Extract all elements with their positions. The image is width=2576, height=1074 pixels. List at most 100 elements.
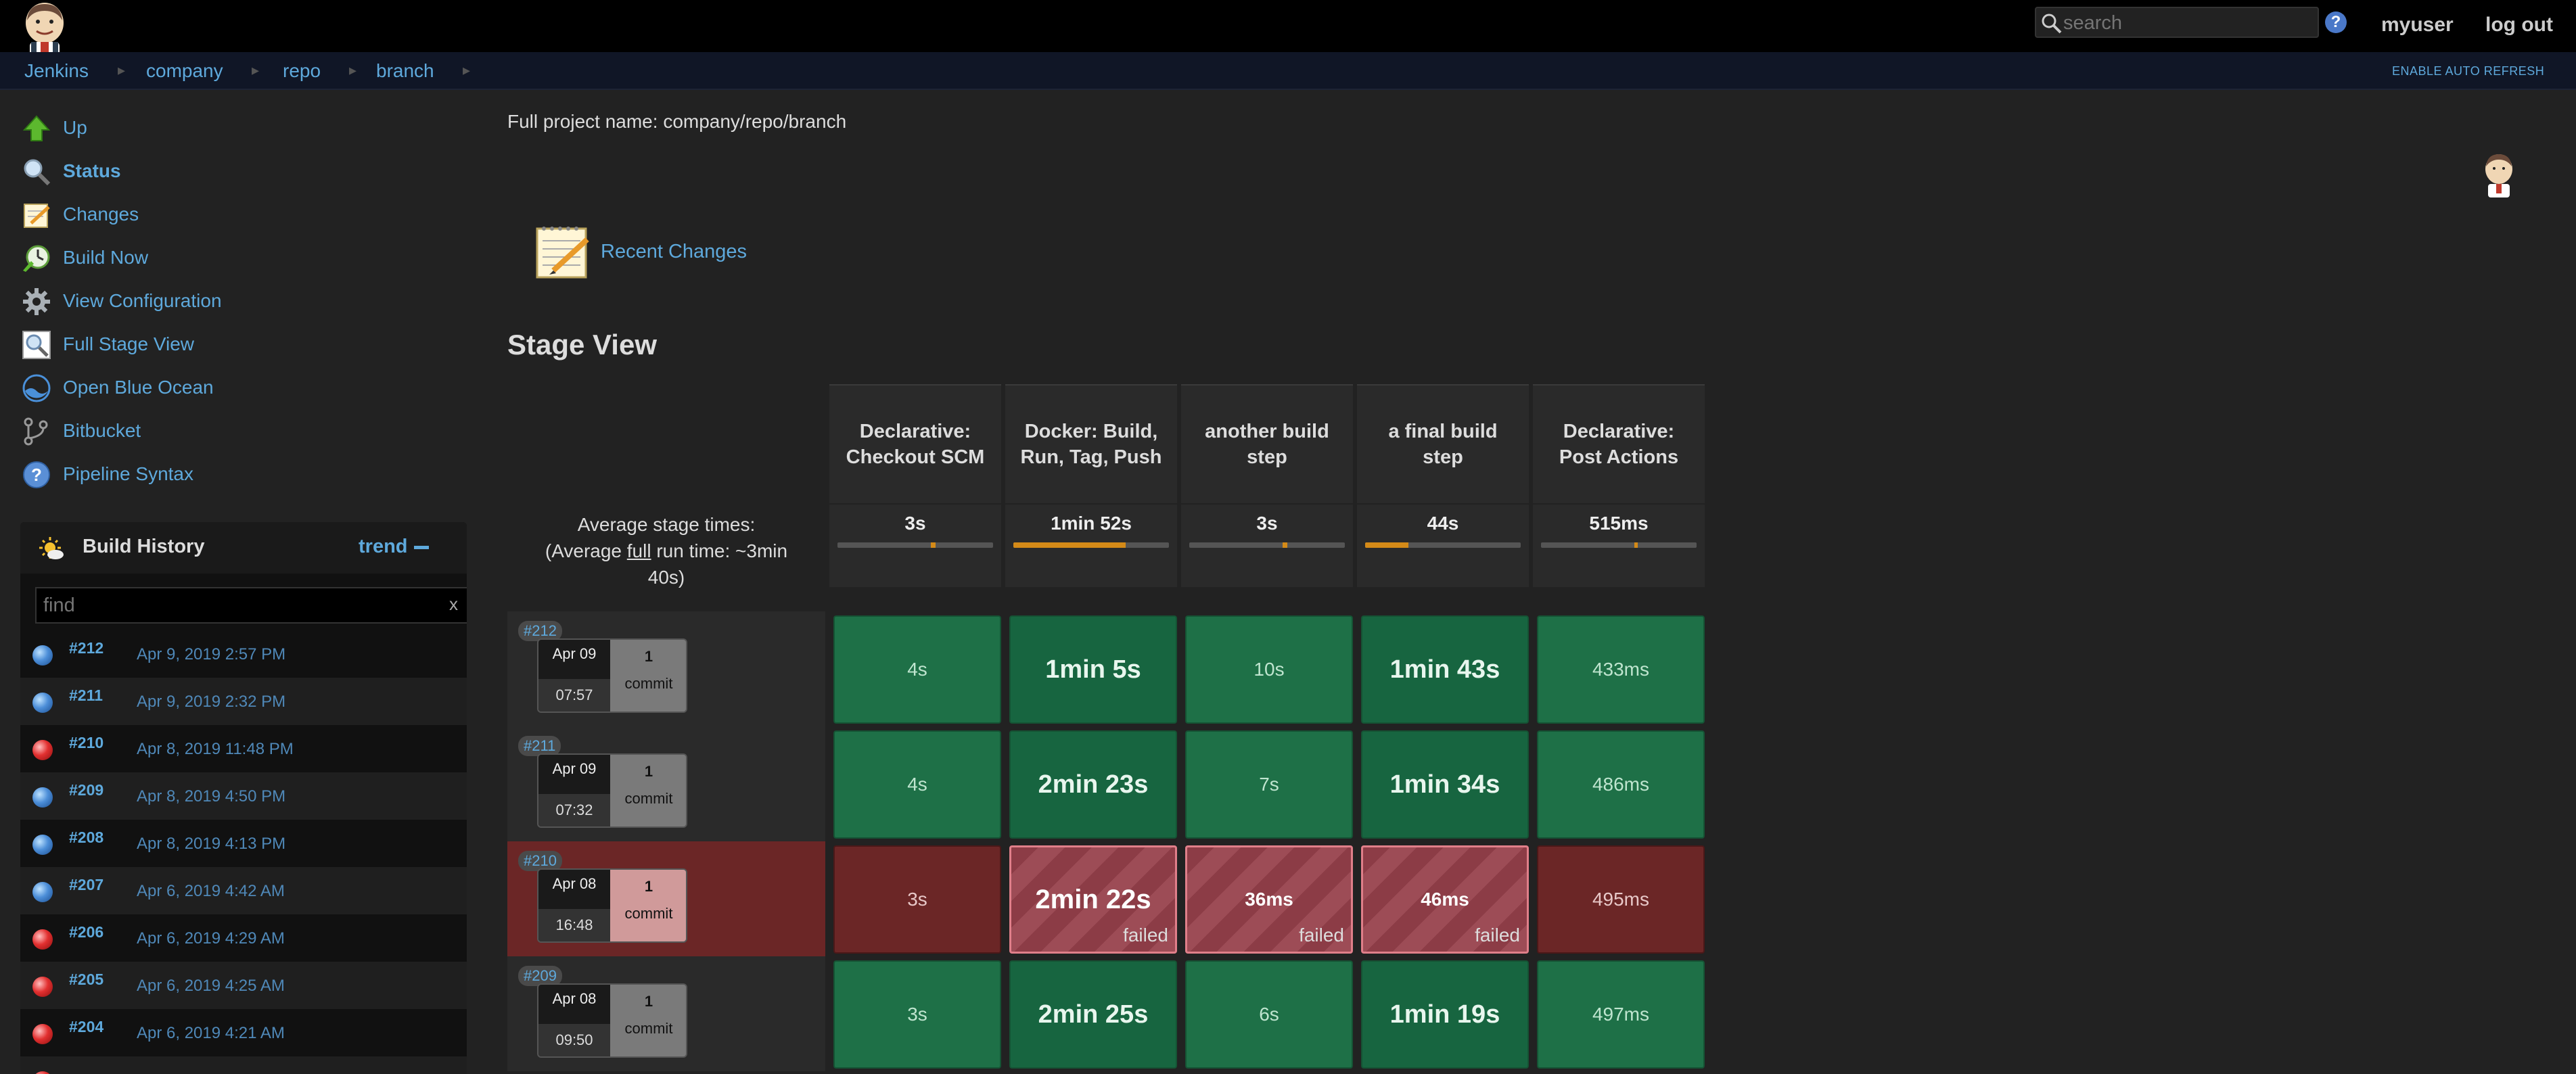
build-row[interactable]: #208 Apr 8, 2019 4:13 PM: [20, 820, 467, 867]
run-summary-box[interactable]: Apr 09 07:57 1 commit: [537, 638, 687, 713]
stage-cell[interactable]: 1min 34s: [1361, 730, 1529, 839]
chevron-right-icon[interactable]: ▸: [252, 62, 259, 79]
build-number-link[interactable]: #207: [69, 876, 104, 894]
build-number-link[interactable]: #205: [69, 971, 104, 989]
pipeline-run-row: #212 Apr 09 07:57 1 commit 4s 1min 5s 10s …: [507, 611, 1714, 726]
build-row[interactable]: #210 Apr 8, 2019 11:48 PM: [20, 725, 467, 772]
collapse-icon[interactable]: [414, 546, 429, 549]
status-ball-blue-icon: [32, 835, 53, 855]
stage-cell[interactable]: 1min 43s: [1361, 615, 1529, 724]
stage-cell[interactable]: 3s: [833, 845, 1001, 954]
stage-cell[interactable]: 433ms: [1537, 615, 1705, 724]
stage-cell[interactable]: 46ms failed: [1361, 845, 1529, 954]
stage-cell[interactable]: 10s: [1185, 615, 1353, 724]
enable-auto-refresh-link[interactable]: ENABLE AUTO REFRESH: [2392, 64, 2544, 78]
run-summary-box[interactable]: Apr 08 09:50 1 commit: [537, 983, 687, 1058]
build-number-link[interactable]: #204: [69, 1018, 104, 1036]
stage-cell[interactable]: 1min 5s: [1009, 615, 1177, 724]
recent-changes-link[interactable]: Recent Changes: [601, 241, 747, 263]
stage-cell[interactable]: 497ms: [1537, 960, 1705, 1069]
build-row[interactable]: #205 Apr 6, 2019 4:25 AM: [20, 962, 467, 1009]
run-commit-count[interactable]: 1 commit: [610, 870, 686, 941]
build-date-link[interactable]: Apr 9, 2019 2:32 PM: [137, 693, 285, 711]
build-history-header: Build History trend: [20, 522, 467, 574]
help-icon[interactable]: ?: [2325, 11, 2347, 33]
build-date-link[interactable]: Apr 8, 2019 11:48 PM: [137, 740, 294, 759]
build-row[interactable]: [20, 1056, 467, 1074]
stage-average-time: 3s: [829, 505, 1001, 587]
failed-label: failed: [1475, 925, 1520, 945]
build-row[interactable]: #211 Apr 9, 2019 2:32 PM: [20, 678, 467, 725]
build-number-link[interactable]: #212: [69, 639, 104, 657]
chevron-right-icon[interactable]: ▸: [349, 62, 356, 79]
build-row[interactable]: #206 Apr 6, 2019 4:29 AM: [20, 914, 467, 962]
stage-cell[interactable]: 36ms failed: [1185, 845, 1353, 954]
build-date-link[interactable]: Apr 6, 2019 4:29 AM: [137, 929, 285, 948]
task-full-stage-view[interactable]: Full Stage View: [22, 327, 455, 361]
task-pipeline-syntax[interactable]: ? Pipeline Syntax: [22, 457, 455, 491]
full-project-name: Full project name: company/repo/branch: [507, 111, 847, 132]
chevron-right-icon[interactable]: ▸: [463, 62, 470, 79]
stage-cell[interactable]: 2min 25s: [1009, 960, 1177, 1069]
breadcrumb-jenkins[interactable]: Jenkins: [24, 60, 89, 82]
build-date-link[interactable]: Apr 9, 2019 2:57 PM: [137, 645, 285, 664]
build-row[interactable]: #212 Apr 9, 2019 2:57 PM: [20, 630, 467, 678]
task-bitbucket[interactable]: Bitbucket: [22, 414, 455, 448]
user-link[interactable]: myuser: [2381, 14, 2454, 37]
status-ball-red-icon: [32, 1024, 53, 1044]
breadcrumb-company[interactable]: company: [146, 60, 223, 82]
stage-cell[interactable]: 486ms: [1537, 730, 1705, 839]
stage-cell[interactable]: 6s: [1185, 960, 1353, 1069]
task-open-blue-ocean[interactable]: Open Blue Ocean: [22, 371, 455, 404]
build-number-link[interactable]: #210: [69, 734, 104, 752]
run-commit-count[interactable]: 1 commit: [610, 640, 686, 711]
breadcrumb-repo[interactable]: repo: [283, 60, 321, 82]
task-up[interactable]: Up: [22, 111, 455, 145]
jenkins-logo-icon[interactable]: [18, 0, 72, 58]
build-row[interactable]: #209 Apr 8, 2019 4:50 PM: [20, 772, 467, 820]
run-commit-count[interactable]: 1 commit: [610, 755, 686, 826]
stage-cell[interactable]: 7s: [1185, 730, 1353, 839]
run-commit-count[interactable]: 1 commit: [610, 985, 686, 1056]
build-number-link[interactable]: #209: [69, 781, 104, 799]
run-summary-box[interactable]: Apr 09 07:32 1 commit: [537, 753, 687, 828]
build-row[interactable]: #207 Apr 6, 2019 4:42 AM: [20, 867, 467, 914]
run-summary-box[interactable]: Apr 08 16:48 1 commit: [537, 868, 687, 943]
stage-average-time: 44s: [1357, 505, 1529, 587]
stage-cell[interactable]: 2min 22s failed: [1009, 845, 1177, 954]
build-number-link[interactable]: #208: [69, 828, 104, 847]
search-box: [2035, 7, 2319, 38]
average-time-bar: [1189, 542, 1345, 548]
stage-average-time: 515ms: [1533, 505, 1705, 587]
breadcrumb-branch[interactable]: branch: [376, 60, 434, 82]
build-date-link[interactable]: Apr 6, 2019 4:25 AM: [137, 977, 285, 996]
clear-filter-button[interactable]: x: [449, 594, 458, 615]
logout-link[interactable]: log out: [2485, 14, 2553, 37]
stage-cell[interactable]: 495ms: [1537, 845, 1705, 954]
build-date-link[interactable]: Apr 8, 2019 4:50 PM: [137, 787, 285, 806]
stage-cell[interactable]: 1min 19s: [1361, 960, 1529, 1069]
run-date: Apr 09 07:32: [538, 755, 610, 826]
build-number-link[interactable]: #206: [69, 923, 104, 941]
build-filter-input[interactable]: [43, 594, 422, 617]
build-number-link[interactable]: #211: [69, 686, 103, 705]
average-run-time-line: (Average full run time: ~3min: [545, 540, 788, 561]
stage-cell[interactable]: 2min 23s: [1009, 730, 1177, 839]
task-label: Up: [63, 117, 87, 138]
task-status[interactable]: Status: [22, 154, 455, 188]
search-input[interactable]: [2063, 11, 2314, 35]
notepad-icon[interactable]: [533, 222, 591, 280]
stage-cell[interactable]: 3s: [833, 960, 1001, 1069]
task-build-now[interactable]: Build Now: [22, 241, 455, 275]
build-date-link[interactable]: Apr 8, 2019 4:13 PM: [137, 835, 285, 854]
build-date-link[interactable]: Apr 6, 2019 4:21 AM: [137, 1024, 285, 1043]
task-changes[interactable]: Changes: [22, 197, 455, 231]
trend-link[interactable]: trend: [359, 536, 408, 558]
stage-cell[interactable]: 4s: [833, 615, 1001, 724]
task-view-configuration[interactable]: View Configuration: [22, 284, 455, 318]
stage-cell[interactable]: 4s: [833, 730, 1001, 839]
chevron-right-icon[interactable]: ▸: [118, 62, 125, 79]
build-date-link[interactable]: Apr 6, 2019 4:42 AM: [137, 882, 285, 901]
stage-average-time: 3s: [1181, 505, 1353, 587]
build-row[interactable]: #204 Apr 6, 2019 4:21 AM: [20, 1009, 467, 1056]
